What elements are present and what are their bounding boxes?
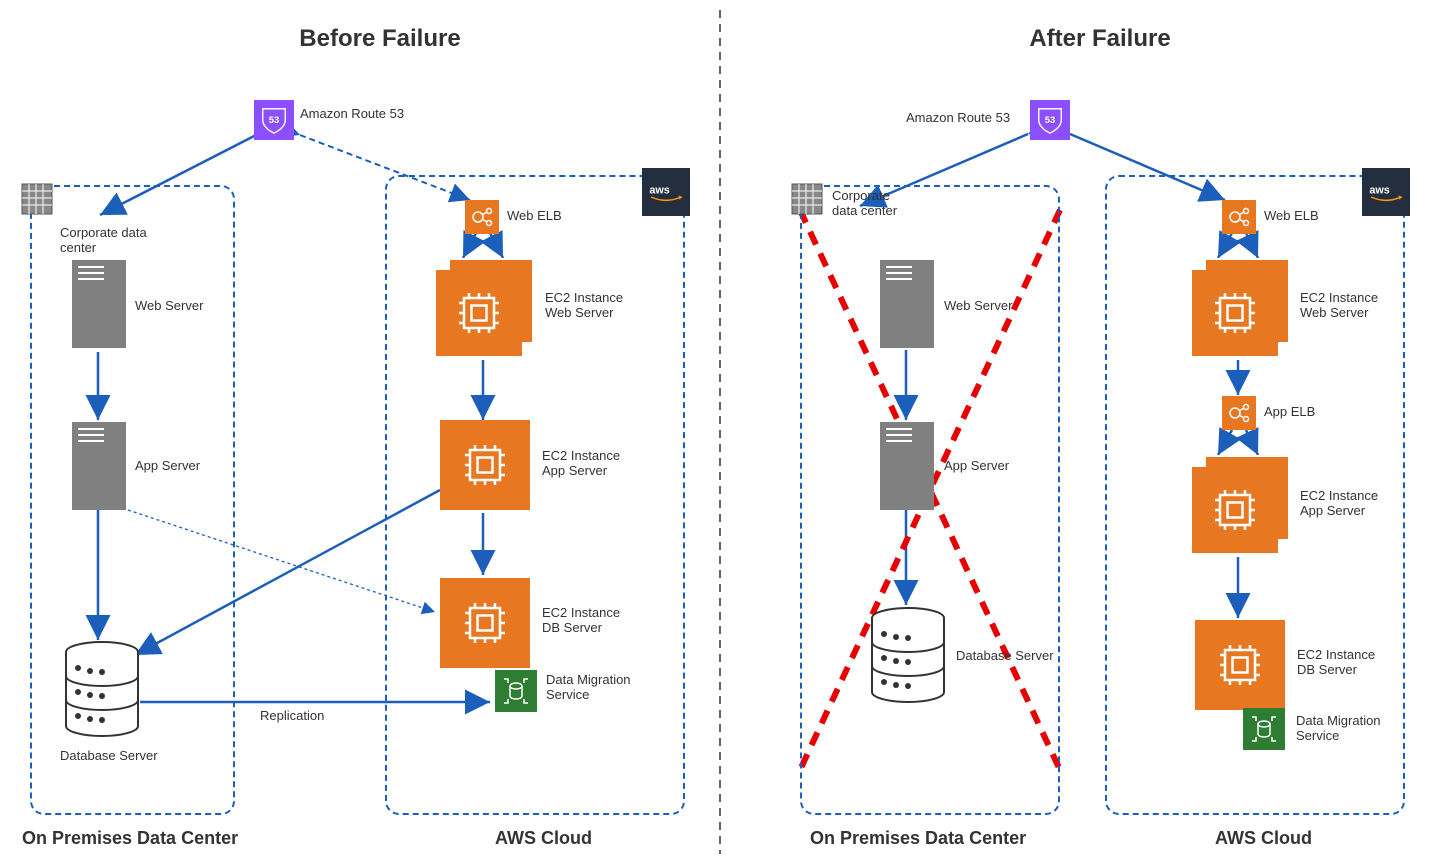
app-label-right: App Server [944, 458, 1009, 473]
ec2-web-label-left: EC2 Instance Web Server [545, 290, 623, 320]
route53-label-left: Amazon Route 53 [300, 106, 404, 121]
ec2-db-left [440, 578, 530, 668]
elb-web-label-left: Web ELB [507, 208, 562, 223]
onprem-label-left: On Premises Data Center [22, 828, 238, 849]
ec2-app-right [1192, 455, 1292, 555]
app-label-left: App Server [135, 458, 200, 473]
dc-label-left: Corporate data center [60, 225, 160, 255]
db-server-left [62, 640, 142, 745]
app-server-right [880, 422, 934, 510]
ec2-db-label-left: EC2 Instance DB Server [542, 605, 620, 635]
web-label-right: Web Server [944, 298, 1012, 313]
onprem-label-right: On Premises Data Center [810, 828, 1026, 849]
ec2-db-label-right: EC2 Instance DB Server [1297, 647, 1375, 677]
web-server-right [880, 260, 934, 348]
app-server-left [72, 422, 126, 510]
ec2-web-right [1192, 258, 1292, 358]
elb-app-right [1222, 396, 1256, 430]
elb-web-label-right: Web ELB [1264, 208, 1319, 223]
svg-text:aws: aws [1369, 185, 1389, 197]
aws-label-left: AWS Cloud [495, 828, 592, 849]
route53-icon-right: 53 [1030, 100, 1070, 140]
web-label-left: Web Server [135, 298, 203, 313]
db-label-left: Database Server [60, 748, 180, 763]
dms-label-left: Data Migration Service [546, 672, 631, 702]
aws-logo-right: aws [1362, 168, 1410, 216]
aws-label-right: AWS Cloud [1215, 828, 1312, 849]
replication-label: Replication [260, 708, 324, 723]
ec2-app-label-right: EC2 Instance App Server [1300, 488, 1378, 518]
title-before: Before Failure [180, 25, 580, 53]
db-label-right: Database Server [956, 648, 1056, 663]
route53-icon-left: 53 [254, 100, 294, 140]
ec2-web-label-right: EC2 Instance Web Server [1300, 290, 1378, 320]
db-server-right [868, 606, 948, 711]
web-server-left [72, 260, 126, 348]
datacenter-icon-right [786, 178, 830, 227]
svg-text:aws: aws [649, 185, 669, 197]
ec2-app-label-left: EC2 Instance App Server [542, 448, 620, 478]
ec2-db-right [1195, 620, 1285, 710]
ec2-web-left [436, 258, 536, 358]
svg-text:53: 53 [269, 115, 279, 125]
diagram-canvas: Before Failure After Failure On Premises… [0, 0, 1439, 864]
elb-web-right [1222, 200, 1256, 234]
dms-label-right: Data Migration Service [1296, 713, 1381, 743]
dms-icon-right [1243, 708, 1285, 750]
ec2-app-left [440, 420, 530, 510]
elb-web-left [465, 200, 499, 234]
aws-logo-left: aws [642, 168, 690, 216]
title-after: After Failure [900, 25, 1300, 53]
dms-icon-left [495, 670, 537, 712]
dc-label-right: Corporate data center [832, 188, 912, 218]
elb-app-label-right: App ELB [1264, 404, 1315, 419]
datacenter-icon-left [16, 178, 60, 227]
route53-label-right: Amazon Route 53 [906, 110, 1010, 125]
svg-text:53: 53 [1045, 115, 1055, 125]
